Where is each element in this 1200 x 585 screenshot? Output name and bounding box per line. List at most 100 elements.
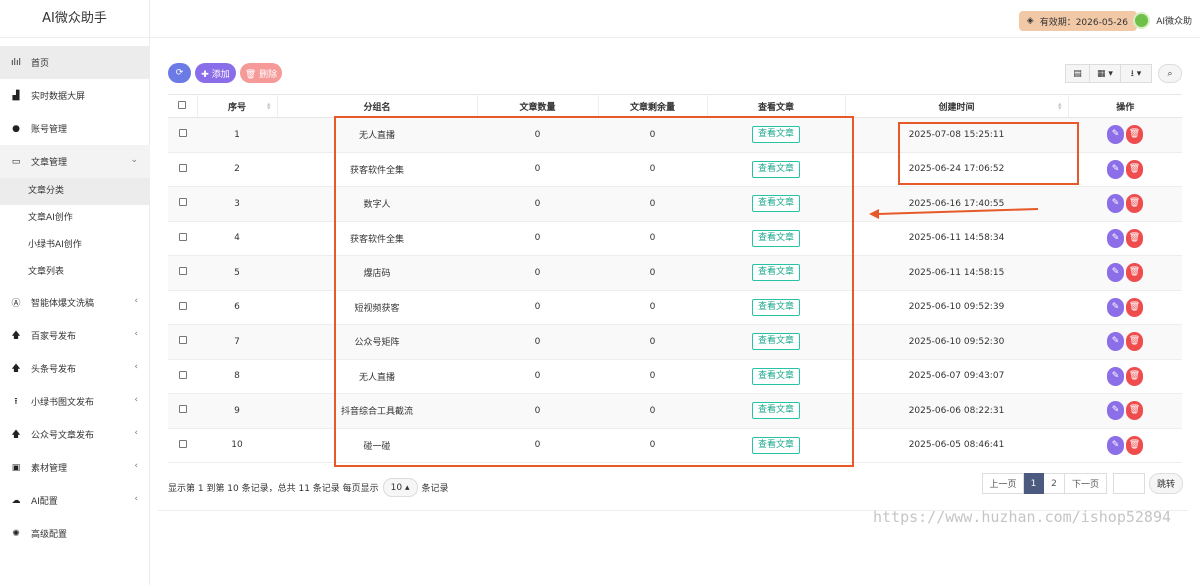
cell-no: 2 [197,152,277,187]
sidebar-item-label: 智能体爆文洗稿 [31,299,95,309]
sidebar-item-0[interactable]: ılıl 首页 [0,46,150,79]
sidebar-item-2[interactable]: ● 账号管理 [0,112,150,145]
edit-button[interactable]: ✎ [1107,297,1124,317]
delete-row-button[interactable]: 🗑 [1126,435,1143,455]
edit-button[interactable]: ✎ [1107,435,1124,455]
sidebar-item-7[interactable]: ⭱ 小绿书图文发布 ‹ [0,385,150,418]
row-select-cell [168,152,197,187]
sidebar-item-5[interactable]: 🡅 百家号发布 ‹ [0,319,150,352]
app-logo-title: AI微众助手 [0,0,149,38]
edit-button[interactable]: ✎ [1107,125,1124,145]
sidebar-item-8[interactable]: 🡅 公众号文章发布 ‹ [0,418,150,451]
jump-button[interactable]: 跳转 [1149,473,1183,494]
row-checkbox[interactable] [178,163,187,172]
sidebar-item-4[interactable]: Ⓐ 智能体爆文洗稿 ‹ [0,286,150,319]
trash-icon: 🗑 [1128,267,1141,278]
area-chart-icon: ▟ [12,90,20,101]
sidebar-item-3[interactable]: ▭ 文章管理 ⌄ [0,145,150,178]
edit-button[interactable]: ✎ [1107,332,1124,352]
sidebar-item-label: 小绿书图文发布 [31,398,95,408]
col-header-created[interactable]: 创建时间 ▴ ▾ [845,94,1069,118]
add-button[interactable]: ✚ 添加 [195,63,236,83]
toggle-view-button[interactable]: ▤ [1065,64,1090,83]
row-select-cell [168,186,197,222]
edit-button[interactable]: ✎ [1107,228,1124,248]
row-select-cell [168,359,197,394]
user-avatar[interactable] [1133,12,1150,29]
sidebar-subitem-2[interactable]: 小绿书AI创作 [0,232,150,259]
select-all-cell [168,94,198,118]
search-button[interactable]: ⌕ [1158,64,1182,83]
delete-row-button[interactable]: 🗑 [1126,159,1143,179]
cell-actions: ✎ 🗑 [1068,221,1182,256]
col-header-no[interactable]: 序号 ▴ ▾ [197,94,278,118]
sidebar-menu: ılıl 首页 ▟ 实时数据大屏 ● 账号管理 ▭ 文章管理 ⌄ 文章分类 文章AI创作 小绿书AI创… [0,46,150,550]
sort-icon: ▴ ▾ [1057,100,1062,112]
sidebar-subitem-3[interactable]: 文章列表 [0,259,150,286]
delete-row-button[interactable]: 🗑 [1126,194,1143,214]
cell-no: 6 [197,290,277,325]
edit-button[interactable]: ✎ [1107,159,1124,179]
pagination-summary: 显示第 1 到第 10 条记录，总共 11 条记录 每页显示 10 ▴ 条记录 [168,478,449,497]
page-2-button[interactable]: 2 [1044,473,1065,494]
sidebar-item-6[interactable]: 🡅 头条号发布 ‹ [0,352,150,385]
chevron-icon: ‹ [134,428,138,438]
pencil-icon: ✎ [1111,370,1120,381]
sidebar-subitem-0[interactable]: 文章分类 [0,178,150,205]
row-checkbox[interactable] [178,198,187,207]
cell-created-time: 2025-06-06 08:22:31 [845,393,1068,429]
cell-actions: ✎ 🗑 [1068,117,1182,153]
delete-row-button[interactable]: 🗑 [1126,263,1143,283]
edit-button[interactable]: ✎ [1107,194,1124,214]
export-dropdown-button[interactable]: ⭳ ▾ [1121,64,1152,83]
edit-button[interactable]: ✎ [1107,263,1124,283]
row-select-cell [168,221,197,256]
delete-row-button[interactable]: 🗑 [1126,332,1143,352]
trash-icon: 🗑 [1128,405,1141,416]
columns-icon: ▦ ▾ [1097,68,1113,79]
delete-row-button[interactable]: 🗑 [1126,297,1143,317]
row-select-cell [168,290,197,325]
delete-row-button[interactable]: 🗑 [1126,401,1143,421]
pencil-icon: ✎ [1111,439,1120,450]
sidebar-item-10[interactable]: ☁ AI配置 ‹ [0,484,150,517]
row-checkbox[interactable] [178,267,187,276]
row-checkbox[interactable] [178,232,187,241]
row-checkbox[interactable] [178,370,187,379]
cell-no: 7 [197,324,277,360]
jump-page-input[interactable] [1113,473,1145,494]
sidebar-subitem-1[interactable]: 文章AI创作 [0,205,150,232]
sidebar-item-9[interactable]: ▣ 素材管理 ‹ [0,451,150,484]
edit-button[interactable]: ✎ [1107,401,1124,421]
row-select-cell [168,117,197,153]
pencil-icon: ✎ [1111,163,1120,174]
trash-icon: 🗑 [1128,232,1141,243]
chevron-icon: ‹ [134,395,138,405]
summary-prefix: 显示第 1 到第 10 条记录，总共 11 条记录 每页显示 [168,484,379,494]
delete-row-button[interactable]: 🗑 [1126,125,1143,145]
sidebar-item-1[interactable]: ▟ 实时数据大屏 [0,79,150,112]
delete-row-button[interactable]: 🗑 [1126,228,1143,248]
row-checkbox[interactable] [178,301,187,310]
next-page-button[interactable]: 下一页 [1065,473,1107,494]
edit-button[interactable]: ✎ [1107,366,1124,386]
user-name[interactable]: AI微众助 [1156,14,1192,27]
cell-actions: ✎ 🗑 [1068,428,1182,463]
prev-page-button[interactable]: 上一页 [982,473,1024,494]
refresh-button[interactable]: ⟳ [168,63,191,83]
row-checkbox[interactable] [178,405,187,414]
row-checkbox[interactable] [178,336,187,345]
select-all-checkbox[interactable] [178,100,187,109]
image-icon: ▣ [11,462,21,473]
trash-icon: 🗑 [1128,439,1141,450]
delete-row-button[interactable]: 🗑 [1126,366,1143,386]
columns-dropdown-button[interactable]: ▦ ▾ [1090,64,1121,83]
delete-button[interactable]: 🗑 删除 [240,63,282,83]
page-1-button[interactable]: 1 [1024,473,1044,494]
page-size-select[interactable]: 10 ▴ [382,478,418,497]
annotation-arrow-icon [869,208,1039,219]
row-checkbox[interactable] [178,129,187,138]
row-checkbox[interactable] [178,439,187,448]
sidebar-item-11[interactable]: ✺ 高级配置 [0,517,150,550]
chevron-icon: ‹ [134,461,138,471]
